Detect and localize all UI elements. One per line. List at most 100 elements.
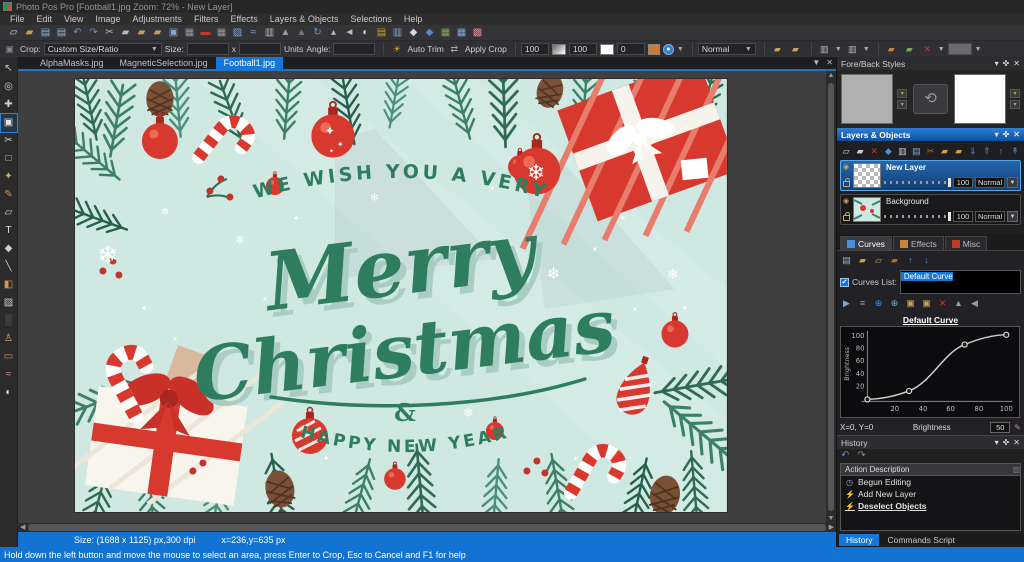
capture-icon[interactable]: ▣	[166, 26, 181, 39]
menu-item[interactable]: View	[58, 13, 89, 25]
redo-icon[interactable]: ↷	[86, 26, 101, 39]
history-item[interactable]: ⚡ Add New Layer	[841, 488, 1020, 500]
panel-tab[interactable]: History	[839, 534, 880, 546]
curves-list-item[interactable]: Default Curve	[900, 272, 953, 281]
curve-up-icon[interactable]: ↑	[904, 254, 917, 266]
menu-item[interactable]: Layers & Objects	[264, 13, 345, 25]
undo-icon[interactable]: ↶	[70, 26, 85, 39]
style-edit-icon[interactable]: ▾	[1010, 89, 1020, 98]
curves-list-checkbox[interactable]: ✔	[840, 277, 849, 287]
palette-icon[interactable]: ▩	[470, 26, 485, 39]
layer-mask-icon[interactable]: ◆	[882, 145, 894, 157]
preset-box[interactable]	[947, 43, 972, 55]
white-swatch-icon[interactable]	[599, 43, 614, 55]
menu-item[interactable]: Selections	[344, 13, 398, 25]
paste-as-new-icon[interactable]: ▰	[150, 26, 165, 39]
chevron-down-icon[interactable]: ▼	[975, 46, 982, 53]
document-tab[interactable]: Football1.jpg	[215, 57, 284, 69]
layer-thumbnail[interactable]	[853, 197, 881, 222]
document-tab[interactable]: MagneticSelection.jpg	[112, 57, 216, 69]
auto-trim-label[interactable]: Auto Trim	[407, 44, 443, 54]
pin-icon[interactable]: ✜	[1003, 438, 1010, 447]
dodge-burn-tool-icon[interactable]: ◐	[1, 384, 17, 402]
background-color-swatch[interactable]	[953, 74, 1006, 124]
rotate-icon[interactable]: ↻	[310, 26, 325, 39]
layer-blend-mode[interactable]: Normal	[975, 177, 1005, 188]
pin-icon[interactable]: ✜	[1003, 130, 1010, 139]
menu-item[interactable]: File	[4, 13, 31, 25]
layer-opacity-value[interactable]: 100	[953, 177, 973, 188]
chevron-down-icon[interactable]: ▼	[1007, 177, 1018, 188]
scroll-up-icon[interactable]: ▲	[828, 71, 835, 80]
close-icon[interactable]: ✕	[1013, 59, 1020, 68]
copy-style-icon[interactable]: ▰	[788, 43, 803, 56]
close-icon[interactable]: ✕	[1013, 130, 1020, 139]
swap-colors-button[interactable]: ⟲	[913, 84, 948, 114]
chevron-down-icon[interactable]: ▾	[995, 130, 999, 139]
arrow-left-icon[interactable]: ◄	[342, 26, 357, 39]
horizontal-scrollbar[interactable]: ◀ ▶	[18, 523, 836, 532]
image-size-icon[interactable]: ▦	[214, 26, 229, 39]
select-rect-tool-icon[interactable]: □	[1, 150, 17, 168]
grid-green-icon[interactable]: ▦	[438, 26, 453, 39]
load-curve-icon[interactable]: ▰	[856, 254, 869, 266]
reset-curve-icon[interactable]: ◀	[968, 297, 981, 309]
line-tool-icon[interactable]: ╲	[1, 258, 17, 276]
shear-icon[interactable]: ▲	[278, 26, 293, 39]
layer-opacity-value[interactable]: 100	[953, 211, 973, 222]
path-cut-tool-icon[interactable]: ✂	[1, 132, 17, 150]
scroll-right-icon[interactable]: ▶	[829, 523, 834, 532]
delete-layer-icon[interactable]: ✕	[868, 145, 880, 157]
remove-point-icon[interactable]: ⊕	[888, 297, 901, 309]
move-tool-icon[interactable]: ✚	[1, 96, 17, 114]
copy-curve-icon[interactable]: ▰	[888, 254, 901, 266]
canvas-viewport[interactable]: ✦ ✦ ✦ ❄ ❄ ❄ ❄ ❄ ❄ ❄ ❄ ❄ ✦ ✦ ✦ ✦ ✦ ✦ ✦ ✦ …	[18, 71, 836, 523]
apply-curve-icon[interactable]: ▶	[840, 297, 853, 309]
chevron-down-icon[interactable]: ▾	[995, 438, 999, 447]
layer-visibility-icon[interactable]: ◉	[843, 198, 850, 205]
crop-mode-select[interactable]: Custom Size/Ratio ▼	[43, 43, 162, 55]
style-edit-icon[interactable]: ▾	[897, 89, 908, 98]
duplicate-layer-icon[interactable]: ▰	[854, 145, 866, 157]
apply-crop-button[interactable]: Apply Crop	[465, 44, 507, 54]
curve-down-icon[interactable]: ↓	[920, 254, 933, 266]
text-tool-icon[interactable]: T	[1, 222, 17, 240]
crop-tool-icon[interactable]: ▣	[0, 113, 18, 133]
pointer-tool-icon[interactable]: ↖	[1, 60, 17, 78]
chevron-down-icon[interactable]: ▼	[1007, 211, 1018, 222]
vertical-scrollbar[interactable]: ▲ ▼	[826, 71, 836, 523]
size-width-input[interactable]	[186, 43, 229, 55]
save-all-icon[interactable]: ▤	[54, 26, 69, 39]
style-pick-icon[interactable]: ▾	[1010, 100, 1020, 109]
brush-tool-icon[interactable]: ✎	[1, 186, 17, 204]
group-layers-icon[interactable]: ▰	[939, 145, 951, 157]
layer-row-background[interactable]: ◉ Background 100 Normal ▼	[840, 194, 1021, 225]
close-document-icon[interactable]: ✕	[826, 58, 833, 67]
layer-name[interactable]: New Layer	[884, 163, 1018, 172]
opacity-value-input[interactable]: 100	[520, 43, 549, 55]
layer-thumbnail[interactable]	[853, 163, 881, 188]
layer-row-new-layer[interactable]: ◉ New Layer 100 Normal ▼	[840, 160, 1021, 191]
input-range-icon[interactable]: ▣	[904, 297, 917, 309]
drop-blue-icon[interactable]: ◆	[422, 26, 437, 39]
angle-input[interactable]	[333, 43, 376, 55]
zoom-tool-icon[interactable]: ◎	[1, 78, 17, 96]
remove-icon[interactable]: ▬	[198, 26, 213, 39]
menu-item[interactable]: Filters	[188, 13, 225, 25]
shape-tool-icon[interactable]: ◆	[1, 240, 17, 258]
horizontal-scroll-thumb[interactable]	[28, 524, 826, 531]
add-point-icon[interactable]: ⊕	[872, 297, 885, 309]
brush-shape-icon[interactable]: ●	[662, 43, 674, 55]
menu-item[interactable]: Effects	[224, 13, 263, 25]
curve-presets-icon[interactable]: ≡	[856, 297, 869, 309]
bring-front-icon[interactable]: ↑	[995, 145, 1007, 157]
copy-icon[interactable]: ▰	[118, 26, 133, 39]
sharpen-icon[interactable]: ▴	[326, 26, 341, 39]
history-item[interactable]: ⚡ Deselect Objects	[841, 500, 1020, 512]
clear-settings-icon[interactable]: ✕	[920, 43, 935, 56]
menu-item[interactable]: Image	[89, 13, 126, 25]
blend-mode-select[interactable]: Normal ▼	[697, 43, 756, 55]
layer-lock-icon[interactable]	[843, 212, 850, 221]
chevron-down-icon[interactable]: ▼	[677, 46, 684, 53]
curve-graph[interactable]: 100 80 60 40 20 20 40 60 80 100 Brightne…	[840, 326, 1020, 418]
